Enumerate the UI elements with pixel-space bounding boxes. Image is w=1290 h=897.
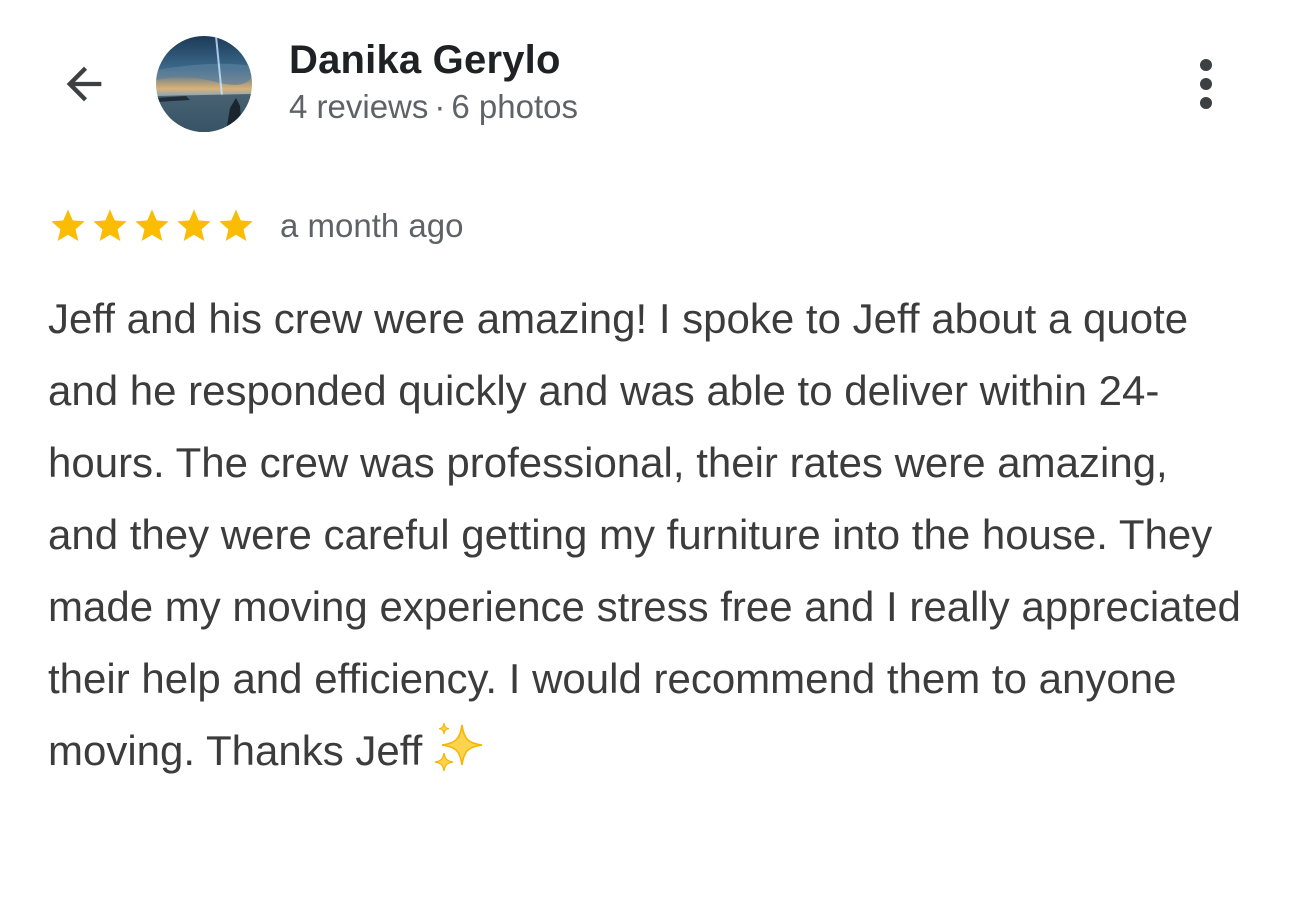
star-rating xyxy=(48,206,256,246)
review-text: Jeff and his crew were amazing! I spoke … xyxy=(48,295,1241,774)
photos-count: 6 photos xyxy=(451,88,578,125)
sparkles-icon xyxy=(430,719,488,777)
more-vertical-icon xyxy=(1200,59,1212,109)
more-options-button[interactable] xyxy=(1180,52,1232,116)
star-icon xyxy=(93,209,127,241)
review-time: a month ago xyxy=(280,207,464,244)
avatar-photo xyxy=(156,36,252,132)
star-icon xyxy=(177,209,211,241)
reviewer-avatar[interactable] xyxy=(156,36,252,132)
back-button[interactable] xyxy=(52,52,116,116)
reviewer-name[interactable]: Danika Gerylo xyxy=(289,38,561,83)
reviews-count: 4 reviews xyxy=(289,88,429,125)
review-body: Jeff and his crew were amazing! I spoke … xyxy=(48,283,1248,787)
star-icon xyxy=(135,209,169,241)
star-icon xyxy=(51,209,85,241)
rating-row: a month ago xyxy=(48,202,463,250)
meta-separator: · xyxy=(434,88,446,125)
review-header: Danika Gerylo 4 reviews · 6 photos xyxy=(0,0,1290,160)
star-icon xyxy=(219,209,253,241)
arrow-back-icon xyxy=(66,66,102,102)
reviewer-meta: 4 reviews · 6 photos xyxy=(289,88,578,126)
